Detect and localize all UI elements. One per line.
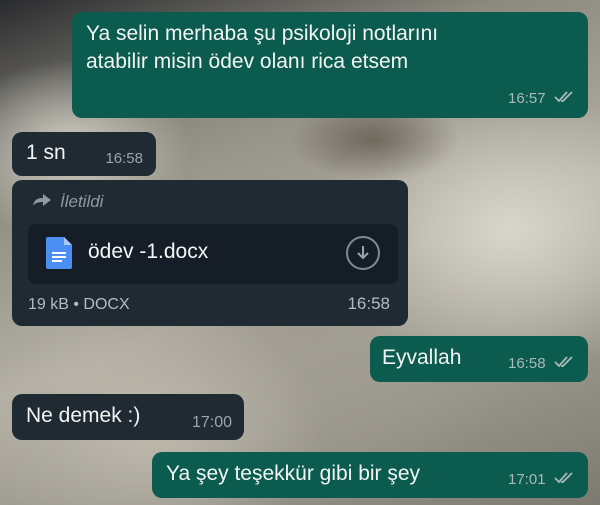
- message-time: 16:58: [508, 355, 546, 372]
- message-text: Eyvallah: [382, 346, 462, 369]
- outgoing-message-bubble[interactable]: Eyvallah 16:58: [370, 336, 588, 382]
- message-time: 16:58: [347, 294, 390, 313]
- message-text: Ne demek :): [26, 404, 141, 427]
- forwarded-file-message[interactable]: İletildi ödev -1.docx 19 kB • DOCX 16:58: [12, 180, 408, 326]
- message-time: 16:57: [508, 90, 546, 107]
- outgoing-message-bubble[interactable]: Ya şey teşekkür gibi bir şey 17:01: [152, 452, 588, 498]
- double-check-icon: [554, 471, 574, 489]
- file-name: ödev -1.docx: [88, 240, 209, 263]
- double-check-icon: [554, 355, 574, 373]
- message-text: 1 sn: [26, 141, 66, 164]
- outgoing-message-bubble[interactable]: Ya selin merhaba şu psikoloji notlarını …: [72, 12, 588, 118]
- incoming-message-bubble[interactable]: 1 sn 16:58: [12, 132, 156, 176]
- message-time: 16:58: [105, 150, 143, 167]
- forward-arrow-icon: [32, 192, 52, 212]
- message-time: 17:00: [191, 414, 232, 431]
- double-check-icon: [554, 90, 574, 108]
- file-info: 19 kB • DOCX: [28, 296, 130, 313]
- file-attachment-card[interactable]: ödev -1.docx: [28, 224, 398, 284]
- forwarded-text: İletildi: [60, 192, 104, 211]
- forwarded-label: İletildi: [32, 192, 103, 212]
- incoming-message-bubble[interactable]: Ne demek :) 17:00: [12, 394, 244, 440]
- message-time: 17:01: [508, 471, 546, 488]
- message-text: Ya selin merhaba şu psikoloji notlarını …: [86, 22, 439, 73]
- document-icon: [46, 237, 72, 274]
- message-text: Ya şey teşekkür gibi bir şey: [166, 462, 421, 485]
- download-icon[interactable]: [346, 236, 380, 270]
